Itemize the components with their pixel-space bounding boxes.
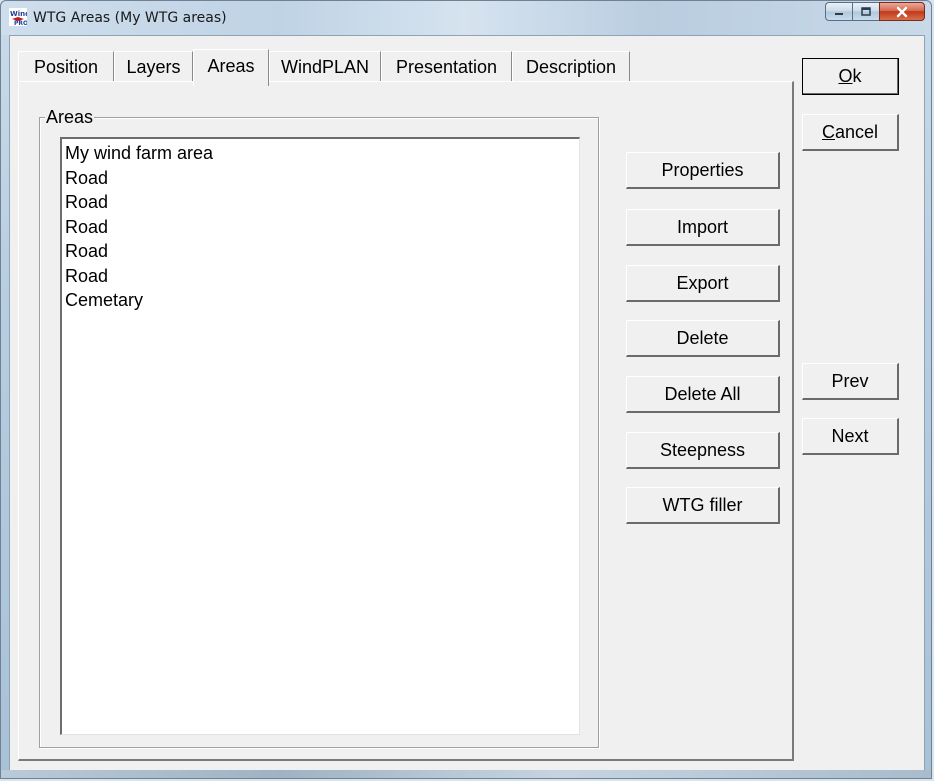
close-icon	[896, 6, 908, 17]
cancel-button[interactable]: Cancel	[802, 114, 899, 151]
list-item[interactable]: Road	[65, 166, 579, 191]
close-button[interactable]	[879, 2, 925, 21]
dialog-client-area: Position Layers Areas WindPLAN Presentat…	[9, 35, 925, 772]
export-button[interactable]: Export	[626, 265, 780, 302]
cancel-accel-char: C	[821, 121, 835, 142]
tab-windplan[interactable]: WindPLAN	[269, 51, 381, 83]
delete-button[interactable]: Delete	[626, 320, 780, 357]
svg-text:Wind: Wind	[10, 10, 27, 18]
ok-accel-char: O	[838, 65, 853, 86]
list-item[interactable]: My wind farm area	[65, 141, 579, 166]
window-title: WTG Areas (My WTG areas)	[33, 10, 227, 26]
list-item[interactable]: Road	[65, 239, 579, 264]
tab-description[interactable]: Description	[512, 51, 630, 83]
maximize-button[interactable]	[852, 2, 879, 21]
window-bottom-frame	[1, 770, 931, 778]
delete-all-button[interactable]: Delete All	[626, 376, 780, 413]
tab-position[interactable]: Position	[18, 51, 114, 83]
minimize-icon	[835, 12, 843, 15]
list-item[interactable]: Road	[65, 264, 579, 289]
areas-listbox[interactable]: My wind farm area Road Road Road Road Ro…	[60, 137, 580, 735]
tab-layers[interactable]: Layers	[114, 51, 193, 83]
next-button[interactable]: Next	[802, 418, 899, 455]
cancel-label-rest: ancel	[834, 121, 879, 142]
tab-areas[interactable]: Areas	[193, 49, 269, 86]
areas-group-label: Areas	[45, 107, 95, 128]
areas-groupbox: Areas My wind farm area Road Road Road R…	[39, 107, 599, 748]
dialog-window: Wind PRO WTG Areas (My WTG areas)	[0, 0, 932, 779]
properties-button[interactable]: Properties	[626, 152, 780, 189]
list-item[interactable]: Cemetary	[65, 288, 579, 313]
steepness-button[interactable]: Steepness	[626, 432, 780, 469]
minimize-button[interactable]	[825, 2, 852, 21]
import-button[interactable]: Import	[626, 209, 780, 246]
title-bar[interactable]: Wind PRO WTG Areas (My WTG areas)	[1, 1, 931, 35]
ok-button[interactable]: Ok	[802, 58, 899, 95]
areas-tab-panel: Areas My wind farm area Road Road Road R…	[18, 81, 794, 761]
list-item[interactable]: Road	[65, 190, 579, 215]
prev-button[interactable]: Prev	[802, 363, 899, 400]
list-item[interactable]: Road	[65, 215, 579, 240]
ok-label-rest: k	[852, 65, 862, 86]
wtg-filler-button[interactable]: WTG filler	[626, 487, 780, 524]
svg-text:PRO: PRO	[14, 20, 27, 26]
caption-buttons	[825, 2, 925, 22]
windpro-app-icon: Wind PRO	[9, 8, 27, 26]
maximize-icon	[861, 6, 871, 16]
tab-presentation[interactable]: Presentation	[381, 51, 512, 83]
